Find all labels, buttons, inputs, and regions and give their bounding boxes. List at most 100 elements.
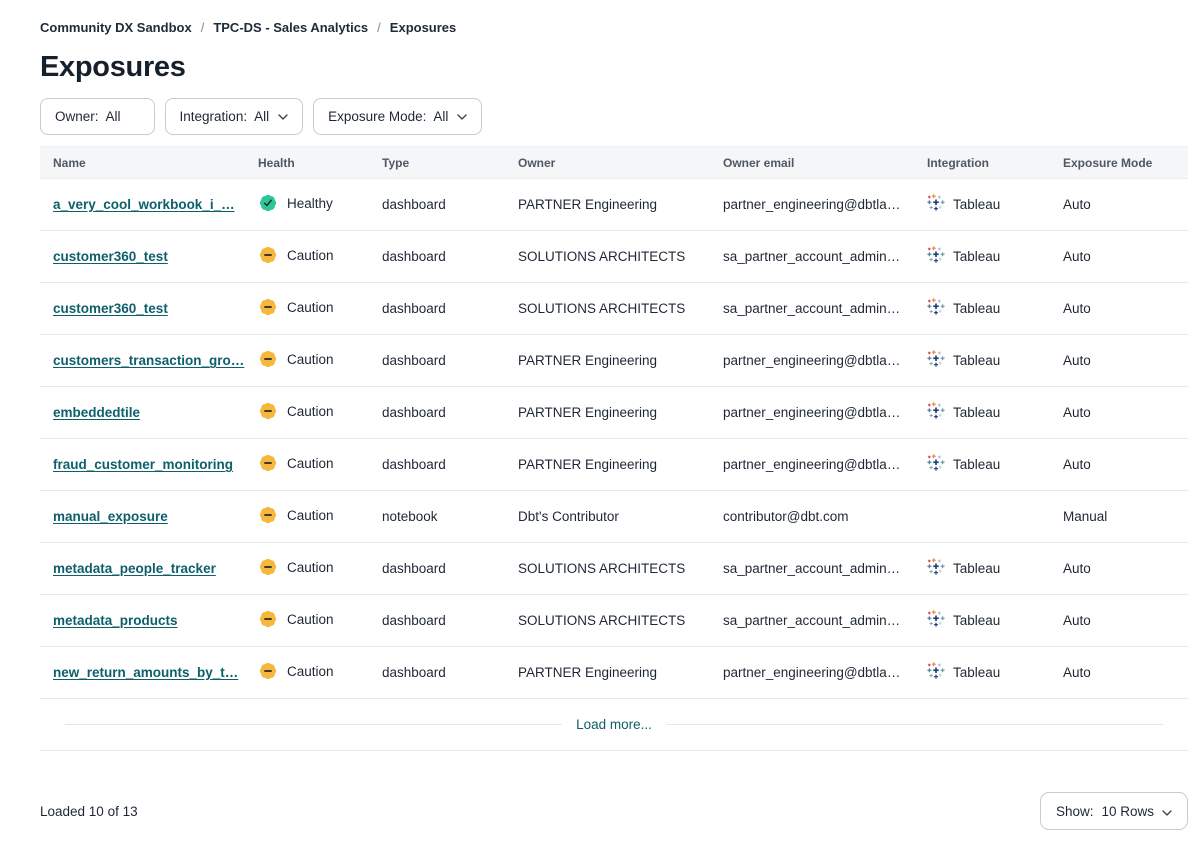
integration-label: Tableau — [953, 561, 1000, 576]
breadcrumb-separator: / — [377, 20, 381, 35]
health-seal-icon — [258, 401, 278, 421]
exposure-name-link[interactable]: new_return_amounts_by_t… — [53, 665, 238, 680]
owner-email-cell: sa_partner_account_admin… — [710, 543, 914, 595]
exposure-mode-cell: Auto — [1050, 439, 1188, 491]
type-cell: notebook — [369, 491, 505, 543]
integration-content: Tableau — [927, 298, 1000, 319]
health-badge: Caution — [258, 609, 334, 629]
integration-cell: Tableau — [914, 439, 1050, 491]
integration-cell: Tableau — [914, 543, 1050, 595]
health-label: Caution — [287, 300, 334, 315]
table-row: customer360_test Caution dashboard SOLUT… — [40, 231, 1188, 283]
name-cell: customer360_test — [40, 283, 245, 335]
breadcrumb-current: Exposures — [390, 20, 456, 35]
health-label: Caution — [287, 664, 334, 679]
exposure-mode-cell: Auto — [1050, 335, 1188, 387]
page-title: Exposures — [40, 50, 1188, 84]
breadcrumb-environment-link[interactable]: TPC-DS - Sales Analytics — [213, 20, 368, 35]
health-cell: Caution — [245, 491, 369, 543]
exposure-name-link[interactable]: metadata_people_tracker — [53, 561, 216, 576]
owner-email-cell: sa_partner_account_admin… — [710, 595, 914, 647]
integration-content: Tableau — [927, 662, 1000, 683]
integration-label: Tableau — [953, 405, 1000, 420]
loaded-count-text: Loaded 10 of 13 — [40, 804, 138, 819]
integration-content: Tableau — [927, 194, 1000, 215]
exposure-mode-cell: Auto — [1050, 387, 1188, 439]
owner-cell: PARTNER Engineering — [505, 335, 710, 387]
name-cell: a_very_cool_workbook_i_… — [40, 179, 245, 231]
breadcrumb-project-link[interactable]: Community DX Sandbox — [40, 20, 192, 35]
health-label: Caution — [287, 456, 334, 471]
health-badge: Caution — [258, 505, 334, 525]
health-badge: Caution — [258, 401, 334, 421]
column-header-exposure-mode: Exposure Mode — [1050, 147, 1188, 179]
integration-label: Tableau — [953, 249, 1000, 264]
health-badge: Caution — [258, 661, 334, 681]
integration-filter-dropdown[interactable]: Integration: All — [165, 98, 304, 135]
exposure-name-link[interactable]: customer360_test — [53, 301, 168, 316]
owner-cell: SOLUTIONS ARCHITECTS — [505, 595, 710, 647]
load-more-row: Load more... — [40, 699, 1188, 751]
filter-value: All — [254, 109, 269, 124]
health-label: Caution — [287, 560, 334, 575]
exposure-name-link[interactable]: embeddedtile — [53, 405, 140, 420]
breadcrumb-separator: / — [201, 20, 205, 35]
health-label: Caution — [287, 404, 334, 419]
health-badge: Caution — [258, 297, 334, 317]
exposure-name-link[interactable]: customer360_test — [53, 249, 168, 264]
owner-cell: SOLUTIONS ARCHITECTS — [505, 231, 710, 283]
filter-value: All — [106, 109, 121, 124]
column-header-name: Name — [40, 147, 245, 179]
exposure-mode-filter-dropdown[interactable]: Exposure Mode: All — [313, 98, 482, 135]
owner-filter-dropdown[interactable]: Owner: All — [40, 98, 155, 135]
health-cell: Caution — [245, 647, 369, 699]
owner-email-cell: partner_engineering@dbtla… — [710, 387, 914, 439]
owner-email-cell: partner_engineering@dbtla… — [710, 179, 914, 231]
column-header-integration: Integration — [914, 147, 1050, 179]
type-cell: dashboard — [369, 647, 505, 699]
owner-email-cell: partner_engineering@dbtla… — [710, 439, 914, 491]
exposure-name-link[interactable]: manual_exposure — [53, 509, 168, 524]
health-seal-icon — [258, 505, 278, 525]
owner-email-cell: partner_engineering@dbtla… — [710, 647, 914, 699]
health-cell: Caution — [245, 231, 369, 283]
tableau-icon — [927, 610, 945, 631]
name-cell: embeddedtile — [40, 387, 245, 439]
table-row: new_return_amounts_by_t… Caution dashboa… — [40, 647, 1188, 699]
exposure-name-link[interactable]: metadata_products — [53, 613, 178, 628]
health-seal-icon — [258, 557, 278, 577]
owner-email-cell: sa_partner_account_admin… — [710, 283, 914, 335]
exposure-mode-cell: Manual — [1050, 491, 1188, 543]
breadcrumb: Community DX Sandbox / TPC-DS - Sales An… — [40, 20, 1188, 35]
integration-cell: Tableau — [914, 647, 1050, 699]
type-cell: dashboard — [369, 387, 505, 439]
tableau-icon — [927, 246, 945, 267]
health-label: Healthy — [287, 196, 333, 211]
show-rows-dropdown[interactable]: Show: 10 Rows — [1040, 792, 1188, 830]
name-cell: customer360_test — [40, 231, 245, 283]
show-label: Show: — [1056, 804, 1094, 819]
health-badge: Caution — [258, 245, 334, 265]
exposure-name-link[interactable]: fraud_customer_monitoring — [53, 457, 233, 472]
health-cell: Caution — [245, 595, 369, 647]
health-cell: Caution — [245, 387, 369, 439]
exposure-name-link[interactable]: customers_transaction_gro… — [53, 353, 244, 368]
health-cell: Healthy — [245, 179, 369, 231]
exposure-name-link[interactable]: a_very_cool_workbook_i_… — [53, 197, 235, 212]
integration-cell: Tableau — [914, 179, 1050, 231]
health-badge: Caution — [258, 453, 334, 473]
name-cell: manual_exposure — [40, 491, 245, 543]
exposure-mode-cell: Auto — [1050, 283, 1188, 335]
filter-label: Owner: — [55, 109, 99, 124]
load-more-link[interactable]: Load more... — [562, 717, 666, 732]
owner-cell: PARTNER Engineering — [505, 387, 710, 439]
tableau-icon — [927, 350, 945, 371]
integration-label: Tableau — [953, 197, 1000, 212]
filter-bar: Owner: All Integration: All Exposure Mod… — [40, 98, 1188, 135]
type-cell: dashboard — [369, 543, 505, 595]
table-row: metadata_people_tracker Caution dashboar… — [40, 543, 1188, 595]
filter-label: Integration: — [180, 109, 248, 124]
type-cell: dashboard — [369, 439, 505, 491]
integration-cell: Tableau — [914, 595, 1050, 647]
integration-content: Tableau — [927, 558, 1000, 579]
